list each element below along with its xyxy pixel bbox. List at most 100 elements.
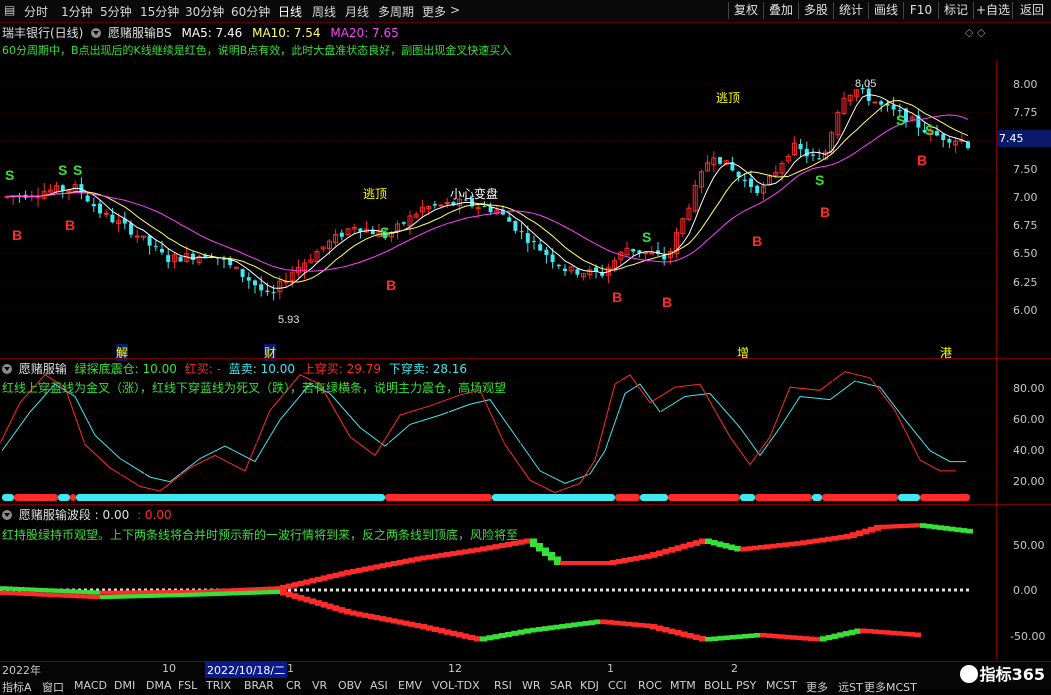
candle-body [166, 255, 171, 263]
wave-step [960, 528, 968, 533]
wave-step [674, 545, 682, 551]
indicator-tab[interactable]: MACD [74, 679, 107, 692]
wave-step [52, 588, 60, 593]
indicator-tab[interactable]: 窗口 [42, 679, 64, 695]
indicator-tab[interactable]: VOL-TDX [432, 679, 480, 692]
high-price-label: 8.05 [855, 78, 876, 90]
tf-weekly[interactable]: 周线 [312, 3, 336, 20]
btn-f10[interactable]: F10 [903, 2, 938, 19]
wave-step [350, 568, 357, 574]
signal-sell: S [925, 122, 934, 138]
indicator-tab[interactable]: VR [312, 679, 327, 692]
signal-buy: B [612, 289, 622, 305]
tf-15min[interactable]: 15分钟 [140, 3, 179, 20]
indicator-tab[interactable]: DMA [146, 679, 172, 692]
btn-zixuan[interactable]: +自选 [973, 2, 1012, 19]
indicator-tab[interactable]: 远ST [838, 679, 863, 695]
candle-body [339, 232, 344, 237]
wave-step [474, 636, 481, 642]
wave-step [760, 633, 767, 638]
wave-step [41, 592, 49, 597]
wave-step [796, 635, 803, 641]
wave-step [523, 538, 531, 544]
toolbar-menu-icon[interactable]: ▤ [4, 3, 15, 17]
tf-5min[interactable]: 5分钟 [100, 3, 132, 20]
tf-daily[interactable]: 日线 [278, 3, 302, 20]
candle-body [401, 222, 406, 224]
indicator-tab[interactable]: SAR [550, 679, 572, 692]
btn-biaoji[interactable]: 标记 [938, 2, 973, 19]
wave-step [420, 555, 427, 561]
panel3-name[interactable]: 愿赌服输波段 [19, 508, 91, 522]
wave-step [82, 594, 90, 599]
more-arrow-icon[interactable]: > [450, 3, 460, 17]
wave-step [249, 590, 257, 595]
trend-bar-segment [70, 494, 76, 501]
indicator-tab[interactable]: ROC [638, 679, 662, 692]
tf-1min[interactable]: 1分钟 [61, 3, 93, 20]
tf-60min[interactable]: 60分钟 [231, 3, 270, 20]
wave-step [320, 601, 328, 608]
wave-step [837, 534, 845, 540]
indicator-tab[interactable]: 指标A [2, 679, 32, 695]
indicator-tab[interactable]: DMI [114, 679, 135, 692]
wave-step [966, 528, 973, 534]
indicator-tab[interactable]: PSY [736, 679, 756, 692]
wave-step [570, 622, 578, 628]
wave-step [297, 580, 305, 587]
wave-step [885, 524, 893, 529]
wave-step [194, 592, 201, 597]
candle-body [91, 204, 96, 207]
indicator-tab[interactable]: CR [286, 679, 301, 692]
candle-body [98, 203, 102, 214]
btn-duogu[interactable]: 多股 [798, 2, 833, 19]
tf-fenshi[interactable]: 分时 [24, 3, 48, 20]
wave-step [874, 525, 881, 531]
indicator-tab[interactable]: CCI [608, 679, 627, 692]
btn-back[interactable]: 返回 [1012, 2, 1051, 19]
indicator-tab[interactable]: OBV [338, 679, 361, 692]
tf-multi[interactable]: 多周期 [378, 3, 414, 20]
tf-monthly[interactable]: 月线 [345, 3, 369, 20]
tf-30min[interactable]: 30分钟 [185, 3, 224, 20]
btn-tongji[interactable]: 统计 [833, 2, 868, 19]
indicator-tab[interactable]: TRIX [206, 679, 231, 692]
indicator-tab[interactable]: MTM [670, 679, 696, 692]
wave-step [280, 584, 287, 591]
indicator-tab[interactable]: ASI [370, 679, 388, 692]
candle-body [872, 101, 878, 104]
chart-canvas[interactable]: S S SS SSSSBBBB BBBB逃顶 小心变盘逃顶8.055.93 [0, 22, 1051, 662]
y-label: 0.00 [1013, 584, 1038, 597]
indicator-tab[interactable]: 更多 [806, 679, 828, 695]
indicator-tab[interactable]: MCST [766, 679, 797, 692]
wave-step [897, 523, 904, 529]
indicator-tab[interactable]: EMV [398, 679, 422, 692]
btn-huaxian[interactable]: 画线 [868, 2, 903, 19]
indicator-tab[interactable]: BRAR [244, 679, 274, 692]
indicator-tab[interactable]: KDJ [580, 679, 599, 692]
wave-step [76, 589, 84, 594]
indicator-tab[interactable]: 更多MCST [864, 679, 917, 695]
trend-bar-segment [822, 494, 898, 501]
btn-fuquan[interactable]: 复权 [728, 2, 763, 19]
tf-more[interactable]: 更多 [422, 3, 446, 20]
wave-step [931, 524, 939, 530]
indicator-tab[interactable]: FSL [178, 679, 197, 692]
wave-step [535, 627, 543, 632]
panel2-name[interactable]: 愿赌服输 [19, 362, 67, 376]
panel2-v2: 红买: - [184, 362, 221, 376]
wave-step [315, 600, 322, 606]
wave-step [408, 557, 416, 563]
indicator-tab[interactable]: WR [522, 679, 541, 692]
indicator-menu-icon[interactable] [2, 510, 12, 520]
wave-step [111, 590, 119, 595]
wave-step [856, 530, 863, 537]
btn-diejia[interactable]: 叠加 [763, 2, 798, 19]
indicator-tab[interactable]: RSI [494, 679, 512, 692]
trend-bar-segment [385, 494, 492, 501]
y-label: 7.00 [1013, 191, 1038, 204]
indicator-menu-icon[interactable] [2, 364, 12, 374]
wave-step [255, 590, 263, 595]
indicator-tab[interactable]: BOLL [704, 679, 732, 692]
wave-step [548, 552, 555, 561]
